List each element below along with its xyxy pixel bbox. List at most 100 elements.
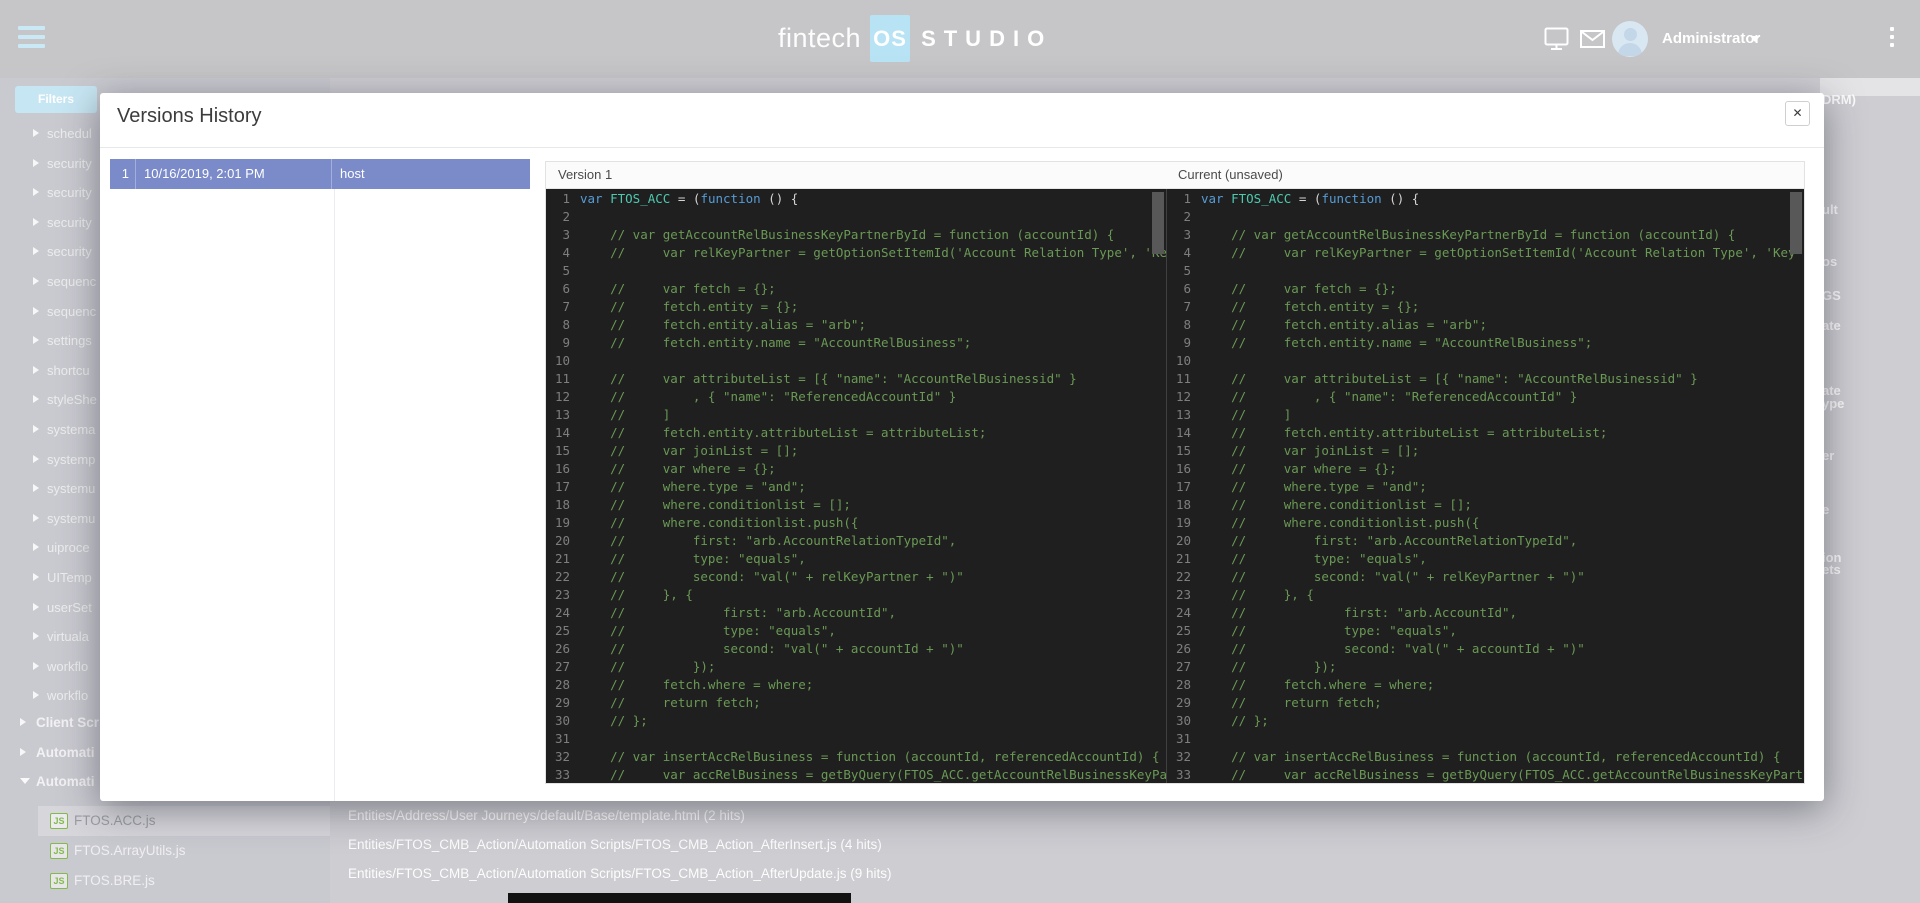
code-line: 9 // fetch.entity.name = "AccountRelBusi… [546, 334, 1166, 352]
js-file-icon: JS [50, 843, 68, 859]
code-text: // ] [1201, 406, 1291, 424]
line-number: 22 [1167, 568, 1201, 586]
js-file-icon: JS [50, 813, 68, 829]
line-number: 27 [1167, 658, 1201, 676]
code-text: // }; [1201, 712, 1269, 730]
tree-item-label: userSet [47, 600, 92, 615]
tree-item-label: uiproce [47, 540, 90, 555]
code-line: 14 // fetch.entity.attributeList = attri… [1167, 424, 1804, 442]
sidebar-file-ftos.bre.js[interactable]: JSFTOS.BRE.js [38, 866, 330, 896]
code-line: 22 // second: "val(" + relKeyPartner + "… [546, 568, 1166, 586]
chevron-right-icon [33, 218, 39, 226]
line-number: 15 [1167, 442, 1201, 460]
code-text [580, 730, 588, 748]
tree-item-label: security [47, 156, 92, 171]
line-number: 23 [1167, 586, 1201, 604]
code-line: 2 [546, 208, 1166, 226]
version-list-row[interactable]: 1 10/16/2019, 2:01 PM host [110, 159, 530, 189]
mail-icon[interactable] [1580, 30, 1605, 48]
tree-item-label: styleShe [47, 392, 97, 407]
code-text: // var fetch = {}; [580, 280, 776, 298]
code-text: // where.conditionlist = []; [580, 496, 851, 514]
line-number: 27 [546, 658, 580, 676]
line-number: 31 [1167, 730, 1201, 748]
diff-pane-left: 1var FTOS_ACC = (function () {2 3 // var… [546, 189, 1166, 783]
user-menu-label[interactable]: Administrator [1662, 0, 1760, 78]
filters-button[interactable]: Filters [15, 86, 97, 113]
code-text: // fetch.entity.alias = "arb"; [1201, 316, 1487, 334]
line-number: 21 [1167, 550, 1201, 568]
code-line: 29 // return fetch; [1167, 694, 1804, 712]
avatar[interactable] [1612, 21, 1648, 57]
line-number: 13 [546, 406, 580, 424]
line-number: 15 [546, 442, 580, 460]
search-result-row[interactable]: Entities/FTOS_CMB_Action/Automation Scri… [330, 830, 1920, 859]
line-number: 18 [546, 496, 580, 514]
code-line: 32 // var insertAccRelBusiness = functio… [1167, 748, 1804, 766]
background-label-fragment: ype [1822, 396, 1844, 411]
code-text: // var joinList = []; [580, 442, 798, 460]
code-text: // where.conditionlist.push({ [1201, 514, 1479, 532]
line-number: 6 [1167, 280, 1201, 298]
scrollbar-thumb[interactable] [1790, 192, 1802, 254]
code-text: // fetch.entity.alias = "arb"; [580, 316, 866, 334]
code-line: 26 // second: "val(" + accountId + ")" [546, 640, 1166, 658]
line-number: 11 [1167, 370, 1201, 388]
search-result-row[interactable]: Entities/Address/User Journeys/default/B… [330, 801, 1920, 830]
code-line: 16 // var where = {}; [1167, 460, 1804, 478]
line-number: 24 [546, 604, 580, 622]
close-icon[interactable]: ✕ [1785, 101, 1810, 126]
line-number: 10 [546, 352, 580, 370]
kebab-menu-icon[interactable] [1890, 27, 1894, 51]
chevron-right-icon [33, 395, 39, 403]
scrollbar-thumb[interactable] [1152, 192, 1164, 254]
diff-left-pane-title: Version 1 [546, 162, 1166, 188]
bottom-scrollbar[interactable] [508, 893, 851, 903]
code-text: // fetch.where = where; [1201, 676, 1434, 694]
chevron-down-icon [20, 778, 30, 784]
background-label-fragment: ets [1822, 562, 1841, 577]
line-number: 16 [1167, 460, 1201, 478]
code-text: // var relKeyPartner = getOptionSetItemI… [580, 244, 1166, 262]
code-line: 6 // var fetch = {}; [546, 280, 1166, 298]
line-number: 17 [1167, 478, 1201, 496]
search-result-row[interactable]: Entities/FTOS_CMB_Action/Automation Scri… [330, 859, 1920, 888]
app-logo: fintech OS STUDIO [778, 15, 1052, 62]
chevron-right-icon [33, 366, 39, 374]
line-number: 18 [1167, 496, 1201, 514]
line-number: 22 [546, 568, 580, 586]
code-line: 26 // second: "val(" + accountId + ")" [1167, 640, 1804, 658]
line-number: 4 [546, 244, 580, 262]
code-text: // var attributeList = [{ "name": "Accou… [1201, 370, 1698, 388]
code-text: // return fetch; [580, 694, 761, 712]
code-line: 22 // second: "val(" + relKeyPartner + "… [1167, 568, 1804, 586]
code-text: var FTOS_ACC = (function () { [1201, 190, 1419, 208]
tree-item-label: workflo [47, 688, 88, 703]
sidebar-file-ftos.arrayutils.js[interactable]: JSFTOS.ArrayUtils.js [38, 836, 330, 866]
background-label-fragment: ult [1822, 202, 1838, 217]
code-text: // type: "equals", [1201, 550, 1427, 568]
code-line: 4 // var relKeyPartner = getOptionSetIte… [546, 244, 1166, 262]
line-number: 2 [1167, 208, 1201, 226]
line-number: 24 [1167, 604, 1201, 622]
code-text: // fetch.entity.attributeList = attribut… [580, 424, 986, 442]
code-line: 7 // fetch.entity = {}; [546, 298, 1166, 316]
line-number: 11 [546, 370, 580, 388]
chevron-right-icon [33, 603, 39, 611]
code-text: // var joinList = []; [1201, 442, 1419, 460]
hamburger-menu-icon[interactable] [18, 26, 46, 50]
code-text: // fetch.entity.name = "AccountRelBusine… [580, 334, 971, 352]
line-number: 26 [546, 640, 580, 658]
line-number: 30 [1167, 712, 1201, 730]
chevron-right-icon [33, 632, 39, 640]
code-line: 29 // return fetch; [546, 694, 1166, 712]
code-line: 9 // fetch.entity.name = "AccountRelBusi… [1167, 334, 1804, 352]
chevron-right-icon [33, 188, 39, 196]
js-file-icon: JS [50, 873, 68, 889]
monitor-icon[interactable] [1544, 27, 1569, 51]
code-text: var FTOS_ACC = (function () { [580, 190, 798, 208]
code-line: 33 // var accRelBusiness = getByQuery(FT… [546, 766, 1166, 783]
line-number: 3 [1167, 226, 1201, 244]
sidebar-file-ftos.acc.js[interactable]: JSFTOS.ACC.js [38, 806, 330, 836]
line-number: 19 [1167, 514, 1201, 532]
